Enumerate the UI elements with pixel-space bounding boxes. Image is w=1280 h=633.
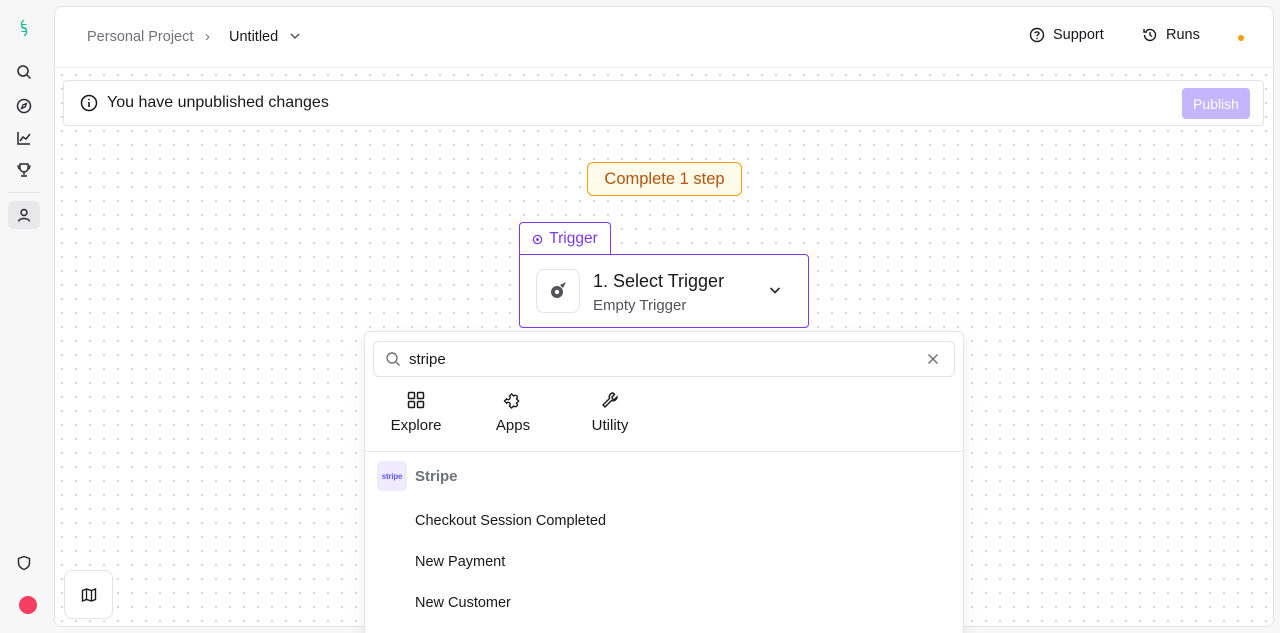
support-button[interactable]: Support [1029,27,1104,43]
trigger-tab-label: Trigger [549,230,598,247]
rail-divider [8,192,40,193]
empty-trigger-icon [536,269,580,313]
result-item[interactable]: Checkout Session Completed [415,513,606,529]
group-label: Stripe [415,467,458,485]
security-nav-button[interactable] [8,549,40,577]
search-nav-button[interactable] [8,58,40,86]
user-icon [17,208,31,222]
breadcrumb-separator: › [205,29,210,45]
stripe-group-header: stripe Stripe [377,461,458,491]
search-icon [17,65,32,80]
publish-button[interactable]: Publish [1182,88,1250,119]
chart-line-icon [17,132,31,145]
compass-icon [16,98,32,114]
category-label: Apps [495,417,531,434]
trigger-picker: Explore Apps Utility stripe Stripe Check… [364,331,964,633]
top-bar: Personal Project › Untitled Support Runs [55,7,1273,68]
runs-button[interactable]: Runs [1142,27,1200,43]
category-label: Explore [390,417,442,434]
banner-message: You have unpublished changes [107,94,329,111]
result-item[interactable]: New Customer [415,595,511,611]
unpublished-banner: You have unpublished changes Publish [63,80,1264,126]
shield-icon [17,555,31,571]
trophy-icon [17,163,31,177]
breadcrumb-project[interactable]: Personal Project [87,29,193,45]
info-icon [80,94,98,112]
logo-icon[interactable] [8,14,40,42]
result-item[interactable]: New Payment [415,554,505,570]
history-icon [1143,28,1157,42]
runs-label: Runs [1166,27,1200,43]
search-input[interactable] [409,350,909,368]
map-icon [81,587,96,602]
puzzle-icon [503,392,520,410]
category-explore[interactable]: Explore [376,390,456,440]
category-apps[interactable]: Apps [473,390,553,440]
stripe-logo-icon: stripe [377,461,407,491]
category-label: Utility [591,417,629,434]
explore-nav-button[interactable] [8,92,40,120]
leaderboard-nav-button[interactable] [8,156,40,184]
help-circle-icon [1029,27,1045,43]
search-box[interactable] [373,341,955,377]
analytics-nav-button[interactable] [8,124,40,152]
category-utility[interactable]: Utility [570,390,650,440]
chevron-down-icon[interactable] [768,283,782,302]
trigger-subtitle: Empty Trigger [593,297,687,314]
close-icon[interactable] [926,352,940,366]
trigger-icon [532,234,543,244]
trigger-tab: Trigger [519,222,611,255]
flow-title[interactable]: Untitled [229,29,278,45]
picker-divider [365,451,963,452]
avatar[interactable] [19,596,37,614]
wrench-icon [602,392,618,408]
status-dot [1238,35,1244,41]
complete-steps-badge[interactable]: Complete 1 step [587,162,742,196]
users-nav-button[interactable] [8,201,40,229]
chevron-down-icon[interactable] [289,30,301,46]
trigger-step-card[interactable]: 1. Select Trigger Empty Trigger [519,254,809,328]
trigger-title: 1. Select Trigger [593,271,725,291]
grid-icon [407,391,425,409]
left-rail [0,0,48,633]
minimap-button[interactable] [64,570,113,619]
logo-icon [20,19,28,37]
search-icon [386,352,400,366]
support-label: Support [1053,27,1104,43]
